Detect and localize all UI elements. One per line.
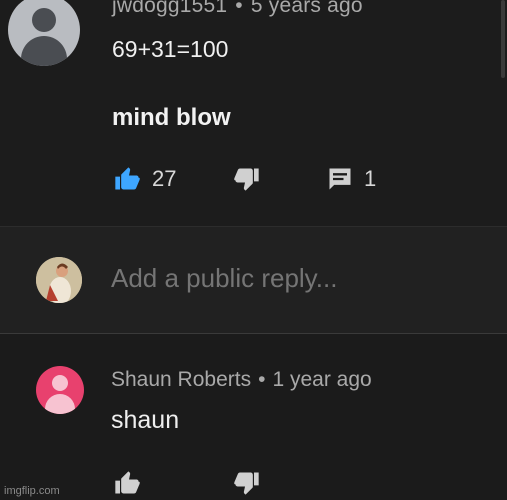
thumbs-up-icon bbox=[112, 469, 142, 497]
meta-separator: • bbox=[258, 368, 266, 391]
current-user-avatar bbox=[36, 257, 82, 303]
reply-time[interactable]: 1 year ago bbox=[272, 368, 371, 391]
reply-comment: Shaun Roberts • 1 year ago shaun bbox=[0, 334, 507, 500]
like-count: 27 bbox=[152, 166, 177, 191]
thumbs-down-icon bbox=[232, 165, 262, 193]
reply-like-button[interactable] bbox=[112, 469, 142, 497]
reply-author[interactable]: Shaun Roberts bbox=[111, 368, 251, 391]
watermark: imgflip.com bbox=[4, 485, 60, 497]
scrollbar[interactable] bbox=[499, 0, 507, 80]
avatar-head bbox=[52, 375, 68, 391]
commenter-avatar[interactable] bbox=[8, 0, 80, 66]
reply-comment-icon bbox=[326, 165, 354, 193]
comment-text-line-1: 69+31=100 bbox=[112, 36, 229, 62]
comment-text-line-2: mind blow bbox=[112, 104, 231, 131]
comment-meta: jwdogg1551 • 5 years ago bbox=[112, 0, 363, 18]
reply-meta: Shaun Roberts • 1 year ago bbox=[111, 368, 372, 392]
scrollbar-thumb[interactable] bbox=[501, 0, 505, 78]
comment: jwdogg1551 • 5 years ago 69+31=100 mind bl… bbox=[0, 0, 507, 226]
thumbs-up-icon bbox=[112, 165, 142, 193]
comment-actions: 27 1 bbox=[112, 165, 412, 197]
like-button[interactable]: 27 bbox=[112, 165, 176, 193]
reply-composer bbox=[0, 227, 507, 333]
reply-text: shaun bbox=[111, 406, 180, 434]
reply-count: 1 bbox=[364, 166, 377, 191]
replies-button[interactable]: 1 bbox=[326, 165, 376, 193]
avatar-head bbox=[32, 8, 56, 32]
reply-author-avatar[interactable] bbox=[36, 366, 84, 414]
reply-actions bbox=[112, 469, 312, 499]
dislike-button[interactable] bbox=[232, 165, 262, 193]
comment-time[interactable]: 5 years ago bbox=[251, 0, 363, 17]
reply-input[interactable] bbox=[111, 263, 471, 294]
meta-separator: • bbox=[235, 0, 243, 17]
avatar-body bbox=[21, 36, 67, 66]
thumbs-down-icon bbox=[232, 469, 262, 497]
comment-author[interactable]: jwdogg1551 bbox=[112, 0, 227, 17]
avatar-body bbox=[45, 394, 75, 414]
reply-dislike-button[interactable] bbox=[232, 469, 262, 497]
